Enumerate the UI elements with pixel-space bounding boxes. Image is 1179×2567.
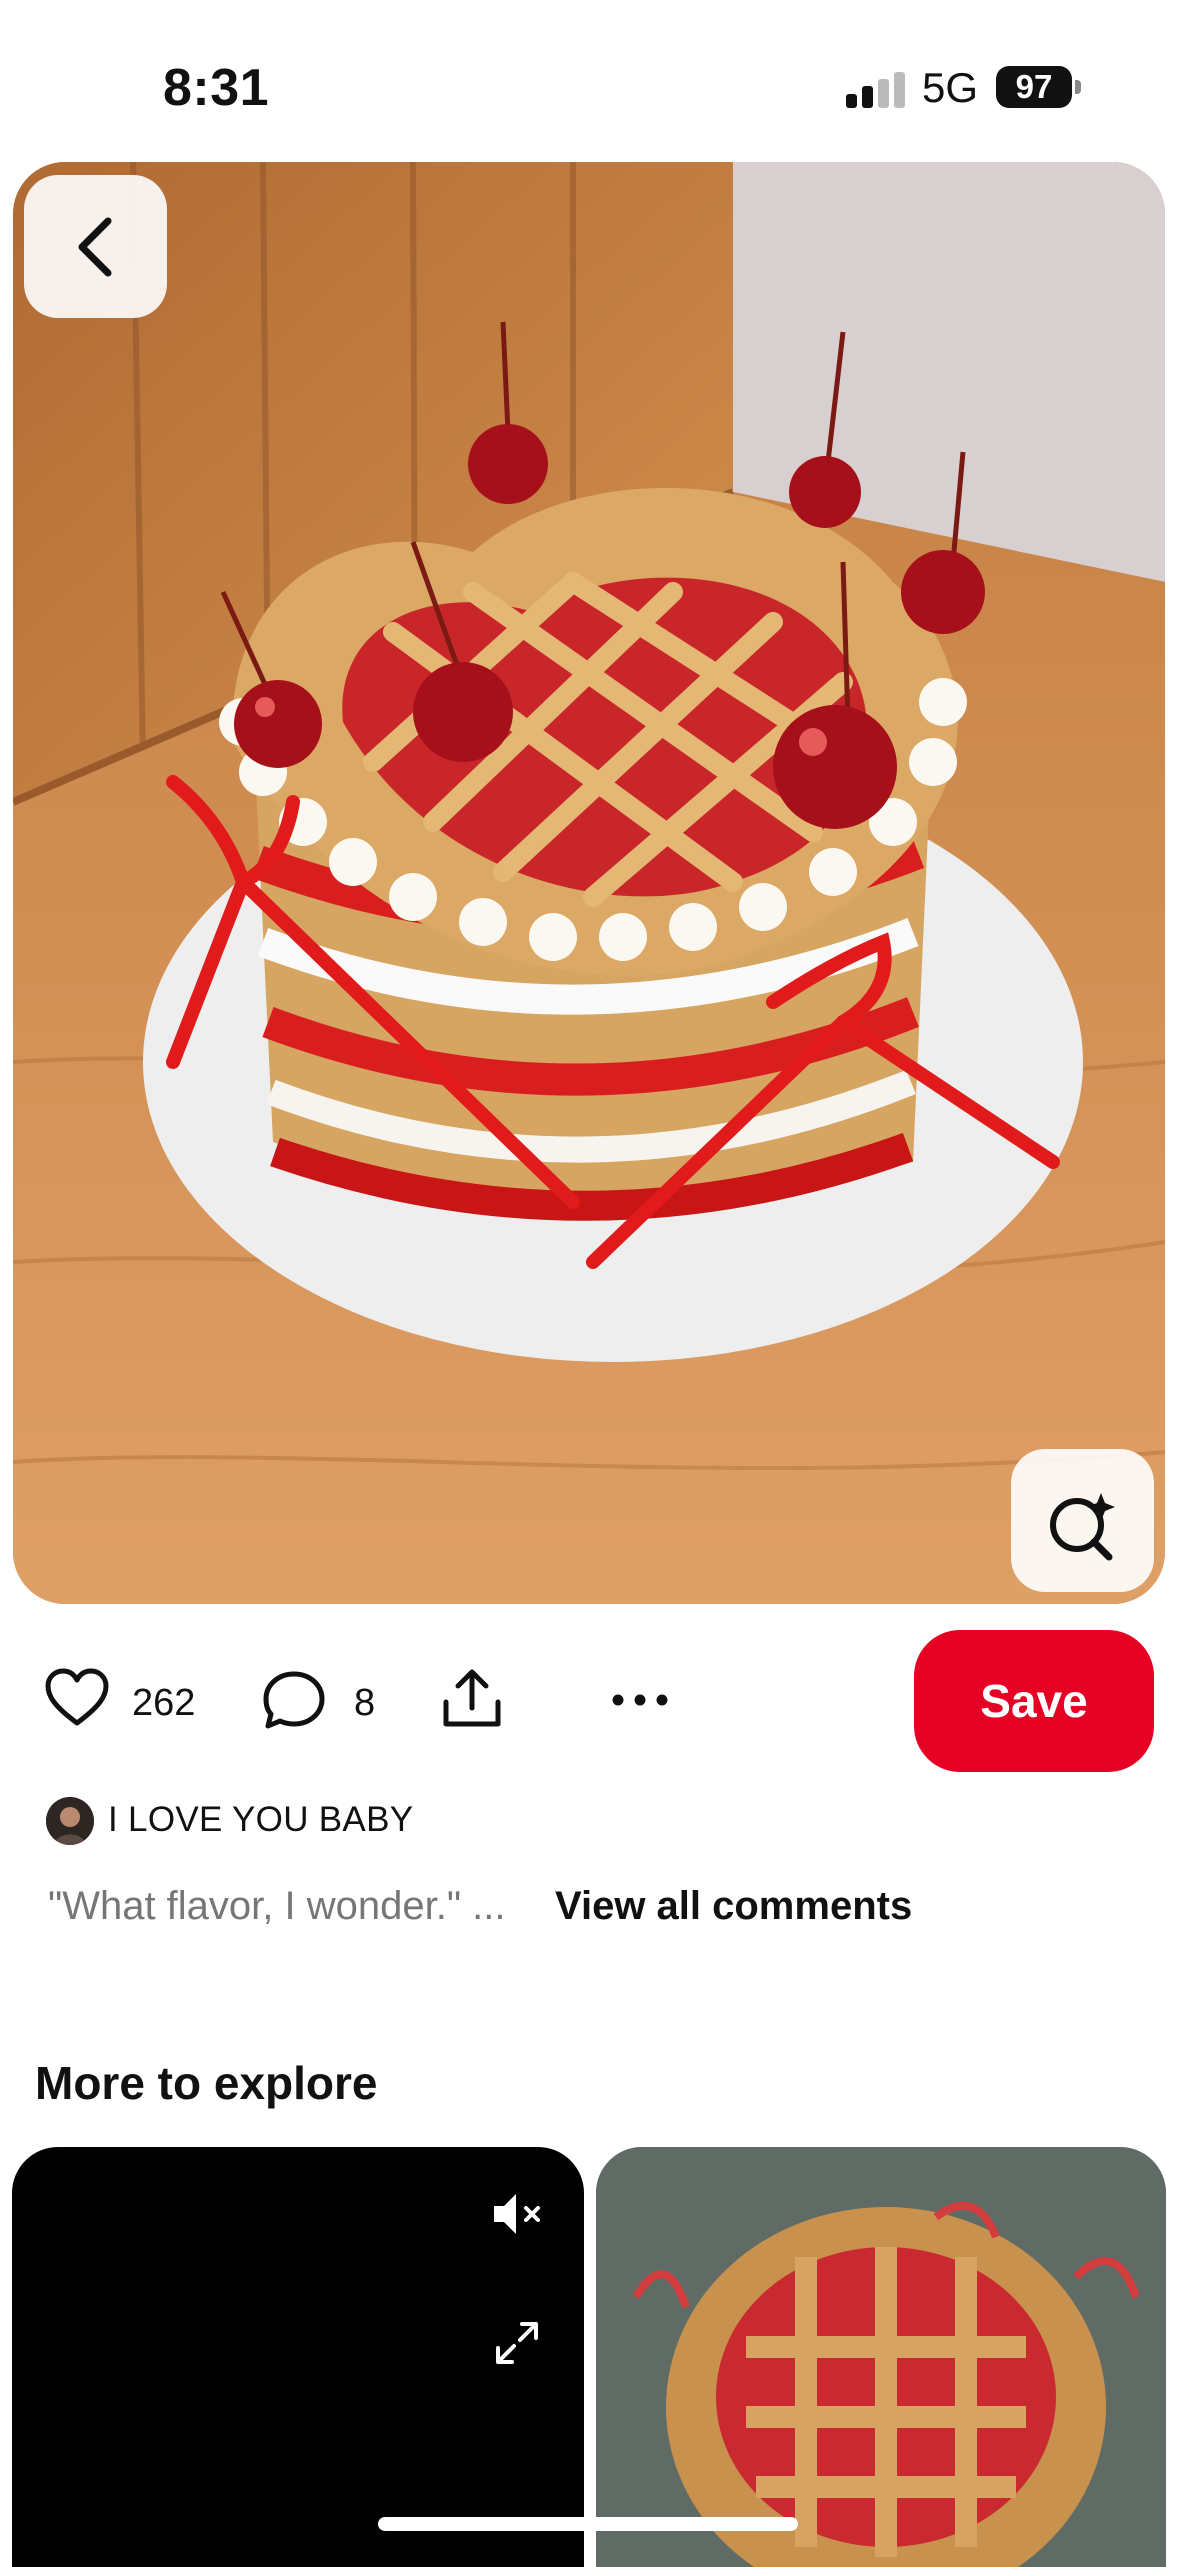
more-to-explore-heading: More to explore (35, 2057, 378, 2109)
expand-button[interactable] (492, 2318, 542, 2373)
comment-preview[interactable]: "What flavor, I wonder." ... (48, 1884, 505, 1929)
cellular-signal-icon (846, 72, 906, 108)
more-options-button[interactable] (610, 1682, 670, 1718)
avatar-image (46, 1797, 94, 1845)
pin-image[interactable] (13, 162, 1165, 1604)
comment-count: 8 (354, 1682, 376, 1724)
chevron-left-icon (78, 217, 112, 277)
status-time: 8:31 (163, 59, 270, 117)
mute-button[interactable] (490, 2190, 546, 2243)
ellipsis-icon (612, 1694, 668, 1706)
share-button[interactable] (440, 1668, 504, 1735)
battery-icon: 97 (996, 66, 1072, 108)
battery-tip (1075, 80, 1081, 94)
cake-illustration (13, 162, 1165, 1604)
like-count: 262 (132, 1682, 196, 1724)
comment-button[interactable] (262, 1670, 326, 1735)
view-all-comments-link[interactable]: View all comments (555, 1884, 912, 1929)
comment-bubble-icon (263, 1671, 325, 1729)
lens-sparkle-icon (1050, 1493, 1115, 1561)
network-type: 5G (922, 64, 979, 111)
battery-level: 97 (1015, 68, 1053, 105)
explore-image-tile[interactable] (596, 2147, 1166, 2567)
like-button[interactable] (44, 1668, 110, 1733)
speaker-muted-icon (494, 2194, 540, 2234)
cherry-pie-cake-thumbnail (596, 2147, 1166, 2567)
heart-icon (45, 1668, 109, 1726)
visual-search-button[interactable] (1011, 1449, 1154, 1592)
expand-arrows-icon (496, 2322, 538, 2364)
author-avatar[interactable] (46, 1797, 94, 1845)
back-button[interactable] (24, 175, 167, 318)
share-upload-icon (443, 1669, 501, 1727)
home-indicator[interactable] (378, 2517, 798, 2531)
save-button[interactable]: Save (914, 1630, 1154, 1772)
author-name[interactable]: I LOVE YOU BABY (108, 1800, 413, 1840)
